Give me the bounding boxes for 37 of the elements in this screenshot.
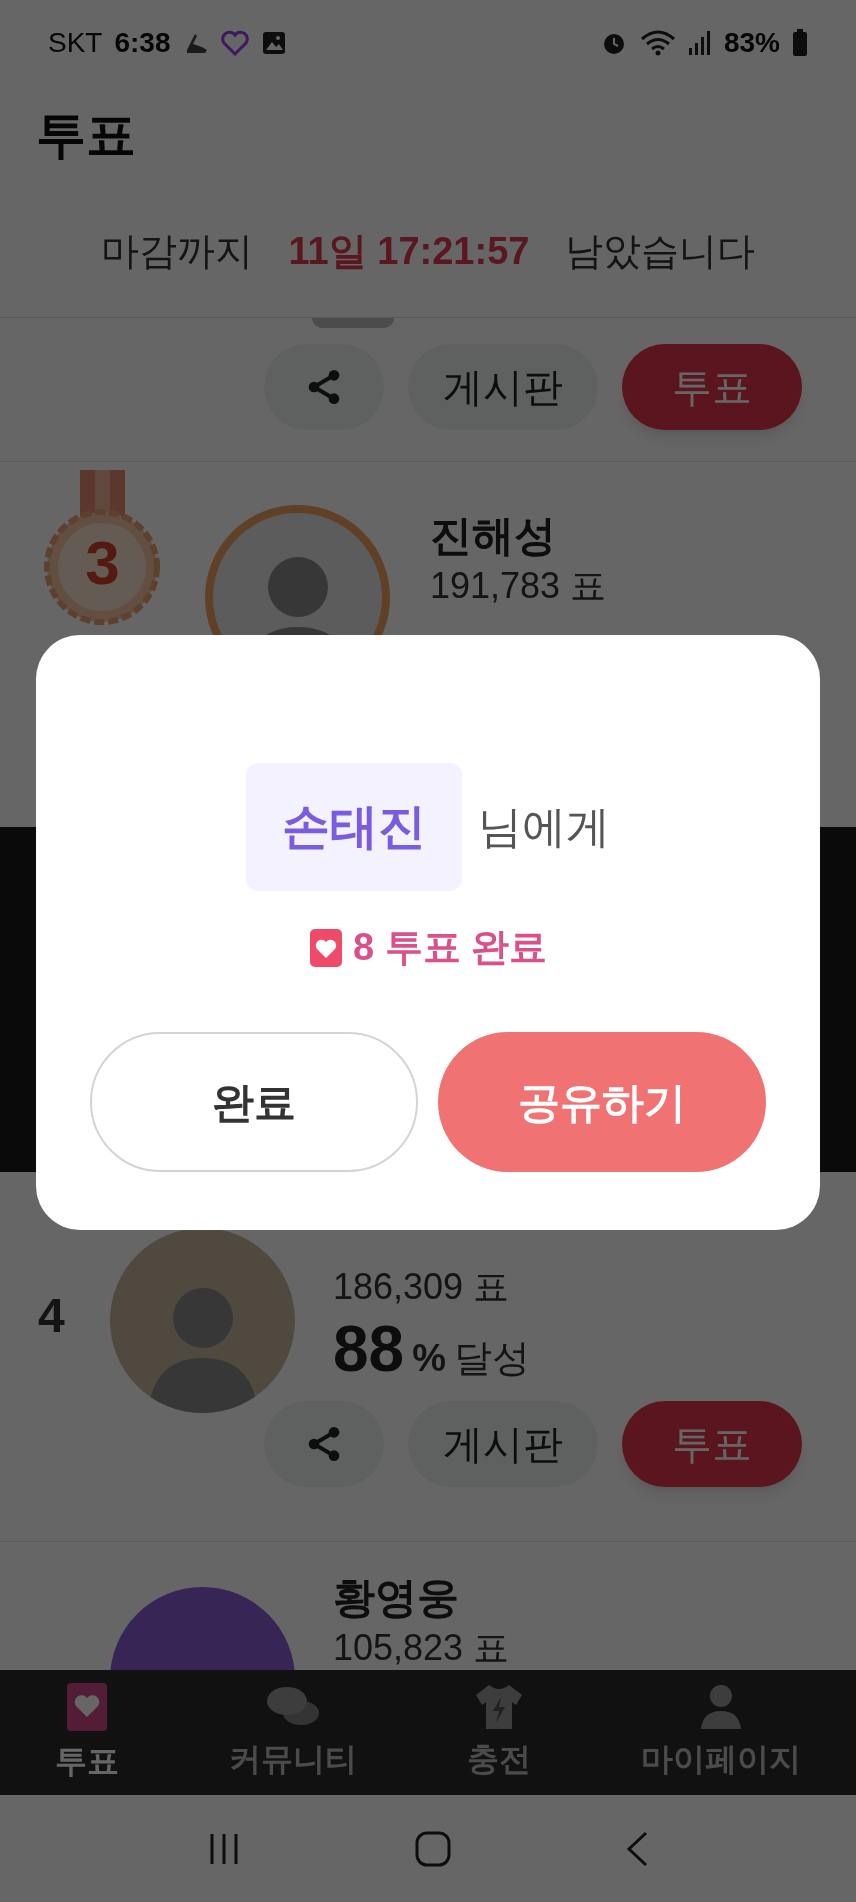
signal-icon — [687, 29, 712, 56]
carrier: SKT — [48, 25, 103, 60]
wifi-icon — [639, 28, 676, 57]
vote-count: 186,309 표 — [333, 1265, 511, 1309]
candidate-name: 진해성 — [430, 511, 557, 561]
shirt-bolt-icon — [474, 1682, 524, 1731]
back-icon[interactable] — [624, 1829, 650, 1868]
vote-count: 105,823 표 — [333, 1625, 510, 1670]
achievement-label: 달성 — [454, 1336, 530, 1381]
person-icon — [699, 1682, 743, 1731]
page-title: 투표 — [36, 105, 136, 165]
heart-card-icon — [65, 1680, 109, 1733]
deadline-suffix: 남았습니다 — [565, 228, 756, 274]
board-button[interactable]: 게시판 — [408, 1401, 598, 1487]
heart-app-icon — [220, 29, 249, 56]
recipient-suffix: 님에게 — [478, 801, 610, 853]
nav-tab[interactable]: 투표 — [55, 1680, 119, 1785]
countdown-timer: 11일 17:21:57 — [288, 228, 530, 274]
vote-complete-message: 8 투표 완료 — [352, 925, 548, 970]
clock: 6:38 — [114, 25, 171, 60]
medal-rank: 3 — [84, 532, 121, 594]
share-button[interactable]: 공유하기 — [438, 1032, 766, 1172]
image-icon — [260, 29, 287, 56]
deadline-prefix: 마감까지 — [100, 228, 253, 274]
recipient-name: 손태진 — [246, 763, 462, 891]
vote-count: 191,783 표 — [430, 563, 607, 608]
percent-sign: % — [412, 1336, 446, 1381]
home-icon[interactable] — [414, 1829, 452, 1868]
achievement-percent: 88 — [333, 1312, 405, 1387]
board-button[interactable]: 게시판 — [408, 343, 598, 430]
rank-number: 4 — [37, 1288, 66, 1344]
candidate-name: 황영웅 — [333, 1573, 460, 1623]
battery-icon — [792, 28, 808, 57]
battery-percent: 83% — [723, 25, 780, 60]
vote-button[interactable]: 투표 — [622, 1401, 802, 1487]
done-button[interactable]: 완료 — [90, 1032, 418, 1172]
vote-button[interactable]: 투표 — [622, 343, 802, 430]
